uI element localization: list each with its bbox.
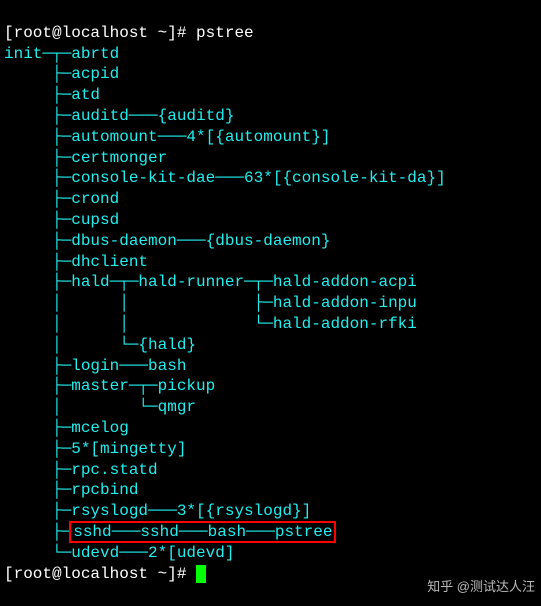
- tree-line: ├─console-kit-dae───63*[{console-kit-da}…: [4, 169, 446, 187]
- tree-line: ├─atd: [4, 86, 100, 104]
- prompt: [root@localhost ~]#: [4, 565, 186, 583]
- terminal[interactable]: [root@localhost ~]# pstree init─┬─abrtd …: [0, 0, 541, 586]
- tree-line-highlighted: ├─sshd───sshd───bash───pstree: [4, 523, 336, 541]
- tree-line: ├─rsyslogd───3*[{rsyslogd}]: [4, 502, 311, 520]
- tree-line: ├─master─┬─pickup: [4, 377, 215, 395]
- tree-line: ├─auditd───{auditd}: [4, 107, 234, 125]
- cursor-icon: [196, 565, 206, 583]
- tree-line: ├─automount───4*[{automount}]: [4, 128, 330, 146]
- tree-line: ├─acpid: [4, 65, 119, 83]
- prompt-line: [root@localhost ~]# pstree: [4, 24, 254, 42]
- tree-line: ├─5*[mingetty]: [4, 440, 186, 458]
- tree-line: │ └─{hald}: [4, 336, 196, 354]
- tree-line: │ └─qmgr: [4, 398, 196, 416]
- tree-line: ├─cupsd: [4, 211, 119, 229]
- command-text: pstree: [196, 24, 254, 42]
- tree-line: init─┬─abrtd: [4, 45, 119, 63]
- tree-line: ├─login───bash: [4, 357, 186, 375]
- highlight-box: sshd───sshd───bash───pstree: [69, 521, 336, 543]
- tree-line: │ │ └─hald-addon-rfki: [4, 315, 417, 333]
- tree-line: ├─rpc.statd: [4, 461, 158, 479]
- tree-line: ├─dbus-daemon───{dbus-daemon}: [4, 232, 330, 250]
- prompt-line: [root@localhost ~]#: [4, 565, 206, 583]
- prompt: [root@localhost ~]#: [4, 24, 186, 42]
- tree-line: ├─rpcbind: [4, 481, 138, 499]
- tree-line: └─udevd───2*[udevd]: [4, 544, 234, 562]
- watermark: 知乎 @测试达人汪: [427, 579, 535, 596]
- tree-line: ├─certmonger: [4, 149, 167, 167]
- tree-line: ├─crond: [4, 190, 119, 208]
- tree-line: ├─hald─┬─hald-runner─┬─hald-addon-acpi: [4, 273, 417, 291]
- tree-line: ├─mcelog: [4, 419, 129, 437]
- tree-line: │ │ ├─hald-addon-inpu: [4, 294, 417, 312]
- tree-line: ├─dhclient: [4, 253, 148, 271]
